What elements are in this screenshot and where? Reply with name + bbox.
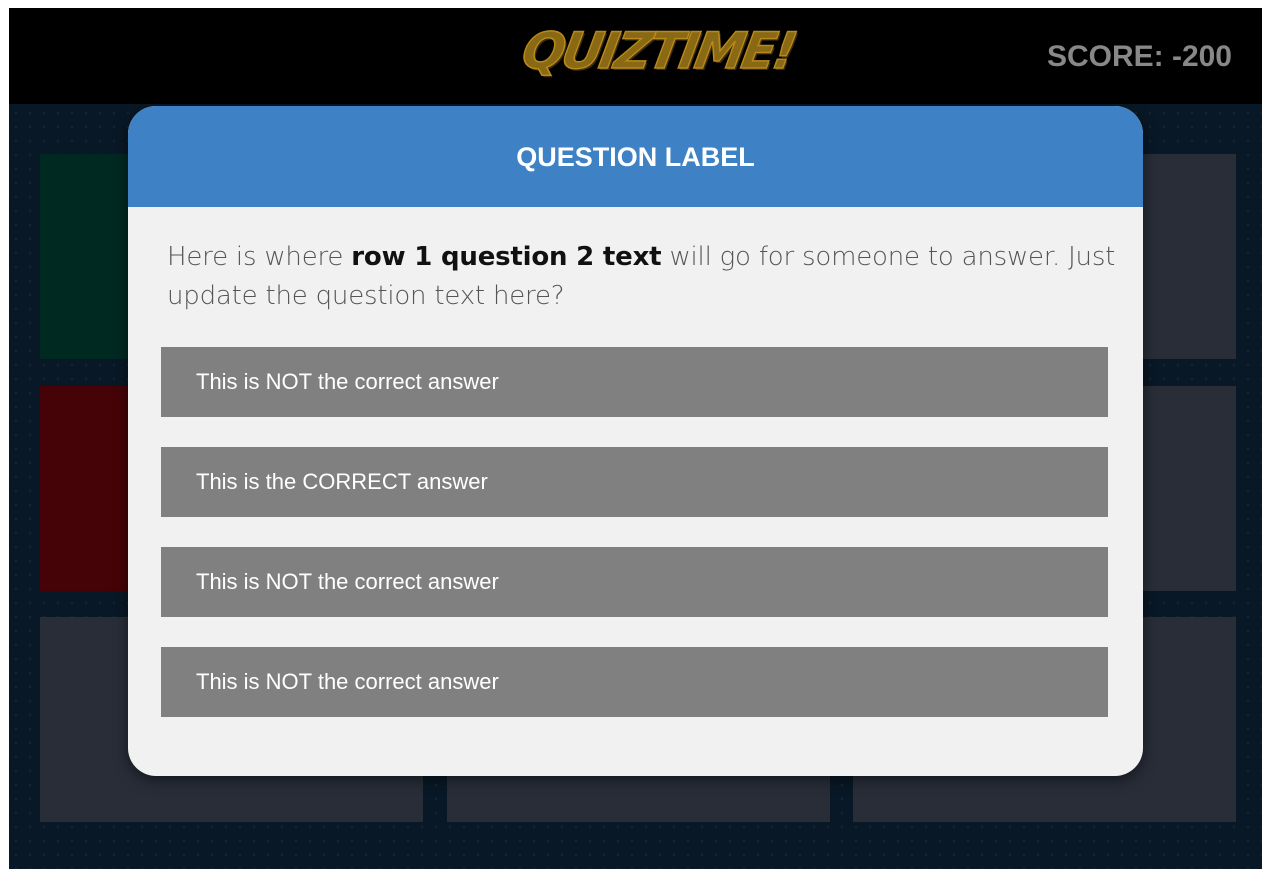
answer-button-3[interactable]: This is NOT the correct answer	[161, 547, 1108, 617]
question-text-bold: row 1 question 2 text	[351, 242, 662, 272]
answer-button-1[interactable]: This is NOT the correct answer	[161, 347, 1108, 417]
top-bar: QUIZTIME! SCORE: -200	[9, 8, 1262, 104]
quiztime-logo: QUIZTIME!	[517, 21, 799, 81]
answer-button-4[interactable]: This is NOT the correct answer	[161, 647, 1108, 717]
answer-button-2[interactable]: This is the CORRECT answer	[161, 447, 1108, 517]
question-label: QUESTION LABEL	[516, 142, 755, 172]
score-display: SCORE: -200	[1046, 40, 1232, 73]
question-text: Here is where row 1 question 2 text will…	[167, 238, 1117, 316]
answer-list: This is NOT the correct answer This is t…	[161, 347, 1108, 747]
question-modal: QUESTION LABEL Here is where row 1 quest…	[128, 106, 1143, 776]
question-text-before: Here is where	[167, 242, 352, 272]
modal-header: QUESTION LABEL	[128, 106, 1143, 207]
quiz-app: QUIZTIME! SCORE: -200 QUESTION LABEL Her…	[9, 8, 1262, 869]
